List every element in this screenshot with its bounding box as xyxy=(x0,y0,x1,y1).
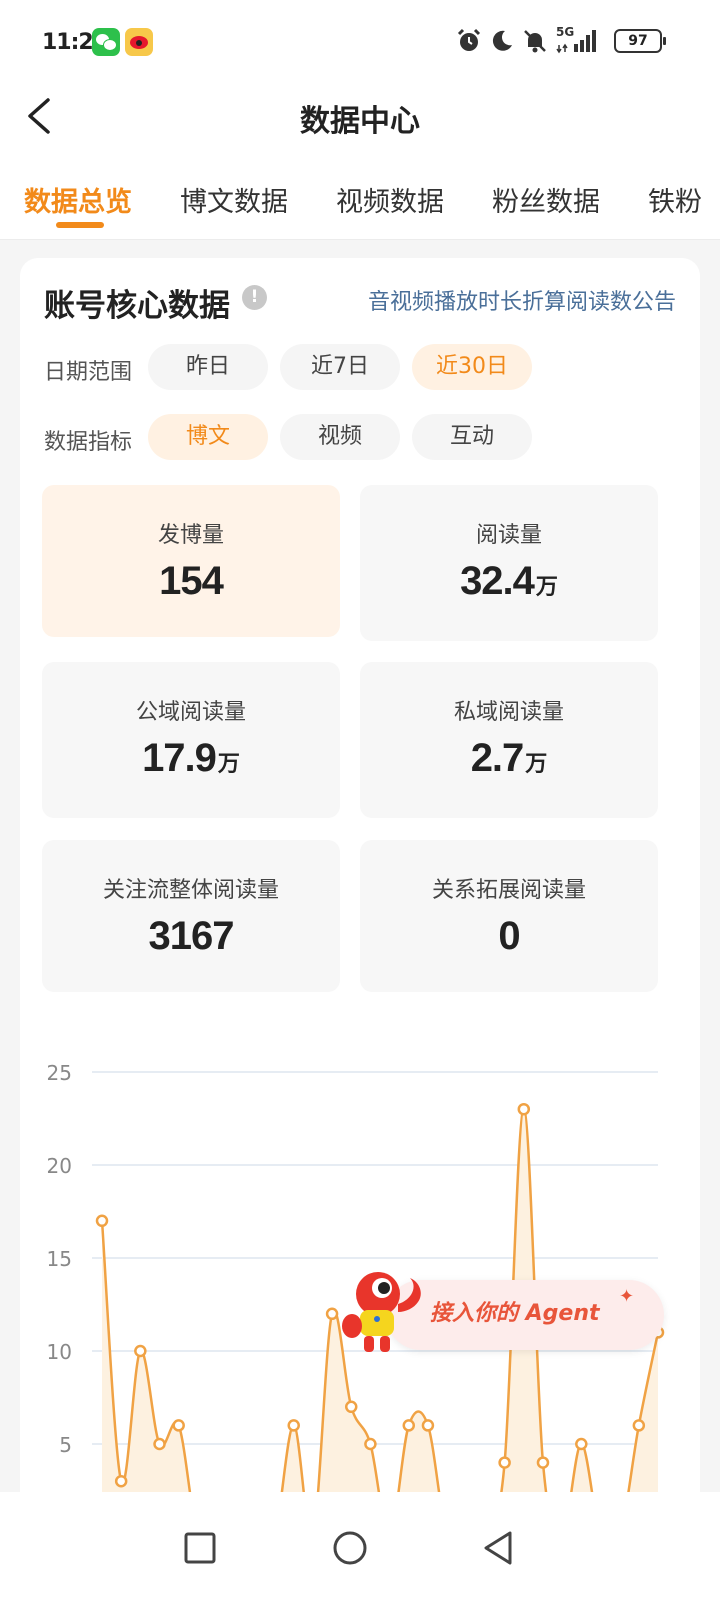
data-point[interactable] xyxy=(344,1400,358,1414)
system-nav-bar xyxy=(0,1492,720,1610)
stat-value: 32.4 xyxy=(460,559,535,603)
metric-chip-post[interactable]: 博文 xyxy=(148,414,268,460)
tab-iron-fans[interactable]: 铁粉 xyxy=(648,180,702,219)
data-point[interactable] xyxy=(325,1307,339,1321)
data-point[interactable] xyxy=(402,1419,416,1432)
stat-value: 0 xyxy=(498,914,520,958)
top-navbar: 数据中心 xyxy=(0,86,720,156)
metric-chip-interaction[interactable]: 互动 xyxy=(412,414,532,460)
data-point[interactable] xyxy=(114,1474,128,1488)
alarm-icon xyxy=(457,28,481,51)
date-chip-yesterday[interactable]: 昨日 xyxy=(148,344,268,390)
status-icons: 5G xyxy=(456,25,600,54)
recent-apps-square-icon[interactable] xyxy=(170,1518,230,1578)
data-point[interactable] xyxy=(287,1419,300,1432)
data-point[interactable] xyxy=(536,1456,550,1469)
weibo-icon xyxy=(125,28,153,56)
agent-banner-text: 接入你的 Agent xyxy=(430,1301,600,1326)
tab-overview[interactable]: 数据总览 xyxy=(24,180,132,219)
tab-bar: 数据总览 博文数据 视频数据 粉丝数据 铁粉 xyxy=(0,156,720,240)
y-tick-label: 20 xyxy=(47,1154,72,1178)
y-tick-label: 10 xyxy=(47,1340,72,1364)
stat-value: 3167 xyxy=(148,914,235,958)
do-not-disturb-moon-icon xyxy=(492,30,512,51)
data-point[interactable] xyxy=(95,1214,109,1228)
y-tick-label: 15 xyxy=(47,1247,72,1271)
stat-value: 17.9 xyxy=(142,736,217,780)
stat-unit: 万 xyxy=(525,752,548,777)
stat-label: 阅读量 xyxy=(475,523,542,548)
data-point[interactable] xyxy=(364,1437,377,1451)
tab-fans-data[interactable]: 粉丝数据 xyxy=(492,180,600,219)
stat-public-reads[interactable]: 公域阅读量 17.9万 xyxy=(42,662,340,818)
sparkle-icon: ✦ xyxy=(619,1286,635,1307)
stat-value: 154 xyxy=(159,559,224,603)
data-point[interactable] xyxy=(421,1419,435,1432)
date-chip-30-days[interactable]: 近30日 xyxy=(412,344,532,390)
stat-label: 关注流整体阅读量 xyxy=(102,878,279,903)
muted-bell-icon xyxy=(524,30,546,53)
crab-mascot-icon xyxy=(342,1272,421,1352)
home-circle-icon[interactable] xyxy=(320,1518,380,1578)
core-data-card: 账号核心数据 ! 音视频播放时长折算阅读数公告 日期范围 昨日 近7日 近30日… xyxy=(20,258,700,1610)
y-tick-label: 25 xyxy=(47,1061,72,1085)
data-point[interactable] xyxy=(632,1419,646,1432)
card-title: 账号核心数据 xyxy=(44,288,230,324)
info-icon[interactable]: ! xyxy=(242,285,267,310)
tab-post-data[interactable]: 博文数据 xyxy=(180,180,288,219)
data-point[interactable] xyxy=(172,1419,185,1432)
stat-unit: 万 xyxy=(535,575,558,600)
stat-post-count[interactable]: 发博量 154 xyxy=(42,485,340,637)
stat-label: 发博量 xyxy=(157,523,224,548)
stat-label: 关系拓展阅读量 xyxy=(431,878,586,903)
stat-following-feed-reads[interactable]: 关注流整体阅读量 3167 xyxy=(42,840,340,992)
stat-label: 私域阅读量 xyxy=(453,700,564,725)
stat-relation-expansion-reads[interactable]: 关系拓展阅读量 0 xyxy=(360,840,658,992)
stat-reads[interactable]: 阅读量 32.4万 xyxy=(360,485,658,641)
tab-active-indicator xyxy=(56,222,104,228)
agent-banner[interactable]: 接入你的 Agent ✦ xyxy=(340,1264,666,1356)
playback-notice-link[interactable]: 音视频播放时长折算阅读数公告 xyxy=(368,284,676,316)
battery-indicator: 97 xyxy=(614,29,666,53)
date-range-label: 日期范围 xyxy=(44,360,133,385)
wechat-icon xyxy=(92,28,120,56)
signal-icon: 5G xyxy=(556,25,600,54)
stat-label: 公域阅读量 xyxy=(135,700,246,725)
status-bar: 11:28 5G 97 xyxy=(0,0,720,86)
y-tick-label: 5 xyxy=(59,1433,72,1457)
data-point[interactable] xyxy=(134,1344,147,1358)
data-point[interactable] xyxy=(153,1437,166,1451)
data-point[interactable] xyxy=(498,1456,511,1469)
date-chip-7-days[interactable]: 近7日 xyxy=(280,344,400,390)
metric-label: 数据指标 xyxy=(44,430,133,455)
data-point[interactable] xyxy=(517,1102,531,1116)
stat-unit: 万 xyxy=(217,752,240,777)
back-triangle-icon[interactable] xyxy=(468,1518,528,1578)
page-title: 数据中心 xyxy=(300,104,420,139)
tab-video-data[interactable]: 视频数据 xyxy=(336,180,444,219)
data-point[interactable] xyxy=(575,1437,588,1451)
stat-value: 2.7 xyxy=(470,736,525,780)
metric-chip-video[interactable]: 视频 xyxy=(280,414,400,460)
stat-private-reads[interactable]: 私域阅读量 2.7万 xyxy=(360,662,658,818)
